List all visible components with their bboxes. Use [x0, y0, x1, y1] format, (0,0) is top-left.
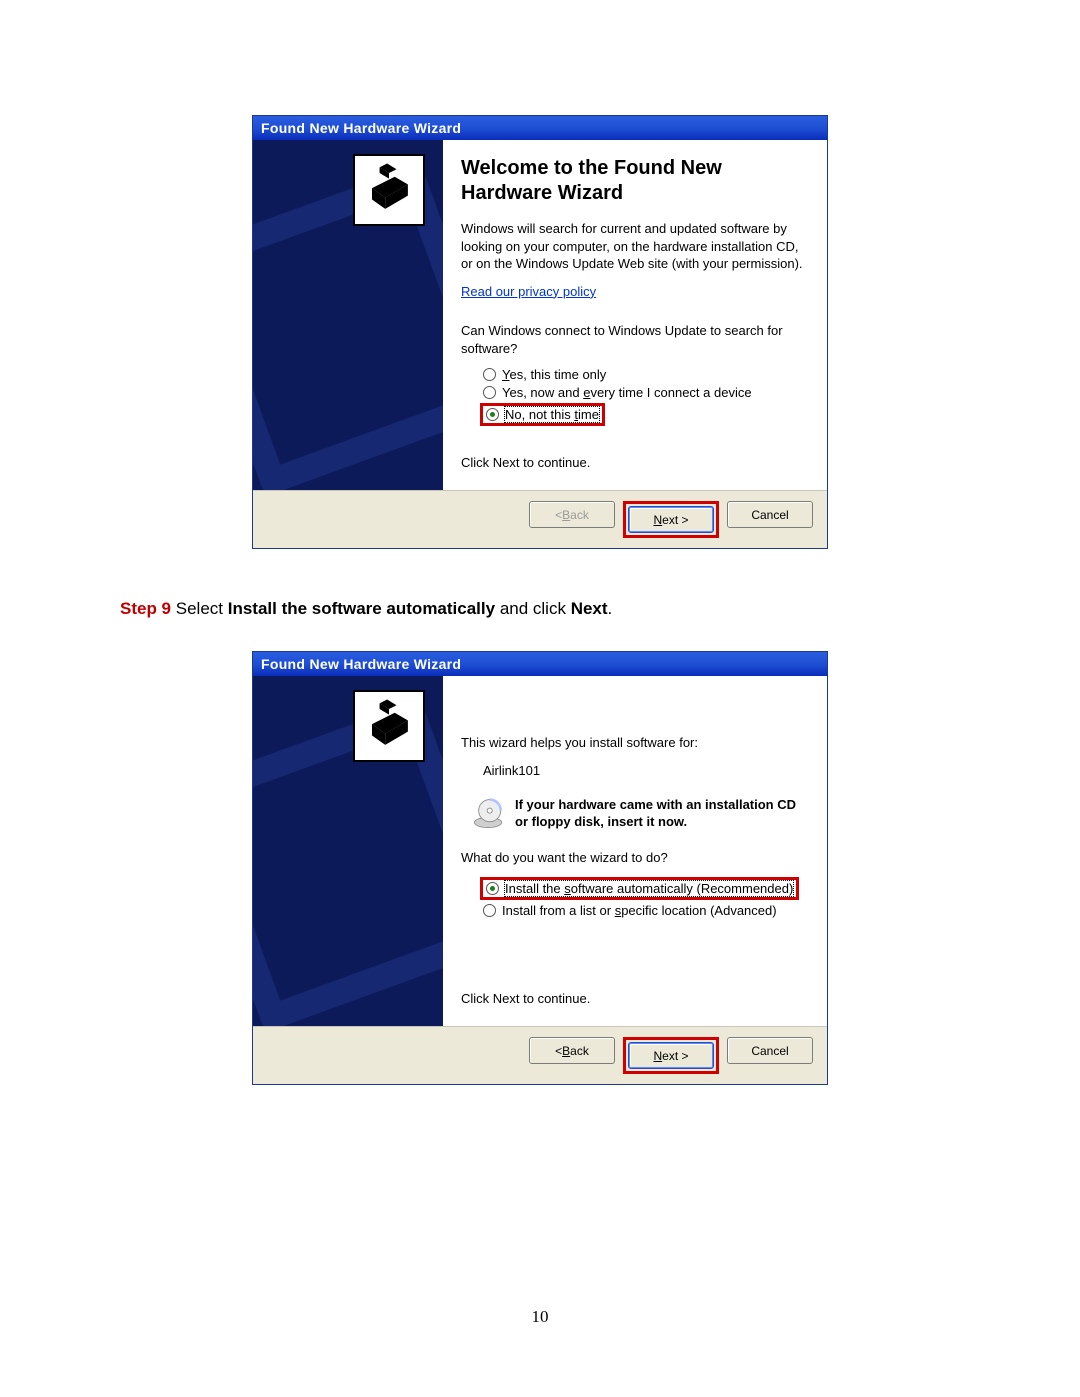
- radio-auto-label[interactable]: Install the software automatically (Reco…: [505, 881, 793, 896]
- hardware-icon: [353, 690, 425, 762]
- step-bold: Next: [571, 599, 608, 618]
- wizard-1: Found New Hardware Wizard: [252, 115, 828, 549]
- highlight-red: Next >: [623, 1037, 719, 1074]
- wizard-content: This wizard helps you install software f…: [443, 676, 827, 1026]
- step-text: .: [608, 599, 613, 618]
- intro-text: This wizard helps you install software f…: [461, 734, 809, 752]
- highlight-red: No, not this time: [480, 403, 605, 426]
- radio-icon[interactable]: [486, 408, 499, 421]
- wizard-body: Welcome to the Found New Hardware Wizard…: [253, 140, 827, 490]
- step-instruction: Step 9 Select Install the software autom…: [120, 599, 880, 619]
- titlebar-text: Found New Hardware Wizard: [261, 120, 461, 136]
- radio-advanced[interactable]: Install from a list or specific location…: [461, 903, 809, 918]
- titlebar-text: Found New Hardware Wizard: [261, 656, 461, 672]
- wizard-2: Found New Hardware Wizard: [252, 651, 828, 1085]
- radio-no-wrapper: No, not this time: [461, 403, 809, 426]
- radio-yes-once[interactable]: Yes, this time only: [461, 367, 809, 382]
- radio-label: Yes, now and every time I connect a devi…: [502, 385, 752, 400]
- radio-icon: [483, 368, 496, 381]
- question-text: Can Windows connect to Windows Update to…: [461, 322, 809, 357]
- next-button[interactable]: Next >: [628, 1042, 714, 1069]
- highlight-red: Next >: [623, 501, 719, 538]
- wizard-content: Welcome to the Found New Hardware Wizard…: [443, 140, 827, 490]
- next-button[interactable]: Next >: [628, 506, 714, 533]
- page-number: 10: [0, 1307, 1080, 1327]
- radio-yes-always[interactable]: Yes, now and every time I connect a devi…: [461, 385, 809, 400]
- cd-icon: [471, 797, 505, 831]
- titlebar: Found New Hardware Wizard: [253, 652, 827, 676]
- back-button[interactable]: < Back: [529, 1037, 615, 1064]
- cancel-button[interactable]: Cancel: [727, 501, 813, 528]
- step-number: Step 9: [120, 599, 171, 618]
- back-button: < Back: [529, 501, 615, 528]
- radio-icon: [483, 904, 496, 917]
- radio-label: Yes, this time only: [502, 367, 606, 382]
- step-text: and click: [495, 599, 571, 618]
- cd-text: If your hardware came with an installati…: [515, 797, 809, 831]
- continue-text: Click Next to continue.: [461, 454, 590, 472]
- device-name: Airlink101: [461, 762, 809, 780]
- button-bar: < Back Next > Cancel: [253, 1026, 827, 1084]
- radio-icon: [483, 386, 496, 399]
- cancel-button[interactable]: Cancel: [727, 1037, 813, 1064]
- continue-text: Click Next to continue.: [461, 990, 590, 1008]
- question-text: What do you want the wizard to do?: [461, 849, 809, 867]
- radio-auto-wrapper: Install the software automatically (Reco…: [461, 877, 809, 900]
- step-bold: Install the software automatically: [228, 599, 495, 618]
- hardware-icon: [353, 154, 425, 226]
- wizard-body: This wizard helps you install software f…: [253, 676, 827, 1026]
- radio-label: Install from a list or specific location…: [502, 903, 777, 918]
- wizard-heading: Welcome to the Found New Hardware Wizard: [461, 156, 809, 206]
- radio-icon[interactable]: [486, 882, 499, 895]
- privacy-link[interactable]: Read our privacy policy: [461, 284, 596, 299]
- radio-no-label[interactable]: No, not this time: [505, 407, 599, 422]
- titlebar: Found New Hardware Wizard: [253, 116, 827, 140]
- intro-text: Windows will search for current and upda…: [461, 220, 809, 273]
- step-text: Select: [171, 599, 228, 618]
- side-panel: [253, 140, 443, 490]
- side-panel: [253, 676, 443, 1026]
- highlight-red: Install the software automatically (Reco…: [480, 877, 799, 900]
- button-bar: < Back Next > Cancel: [253, 490, 827, 548]
- cd-hint: If your hardware came with an installati…: [471, 797, 809, 831]
